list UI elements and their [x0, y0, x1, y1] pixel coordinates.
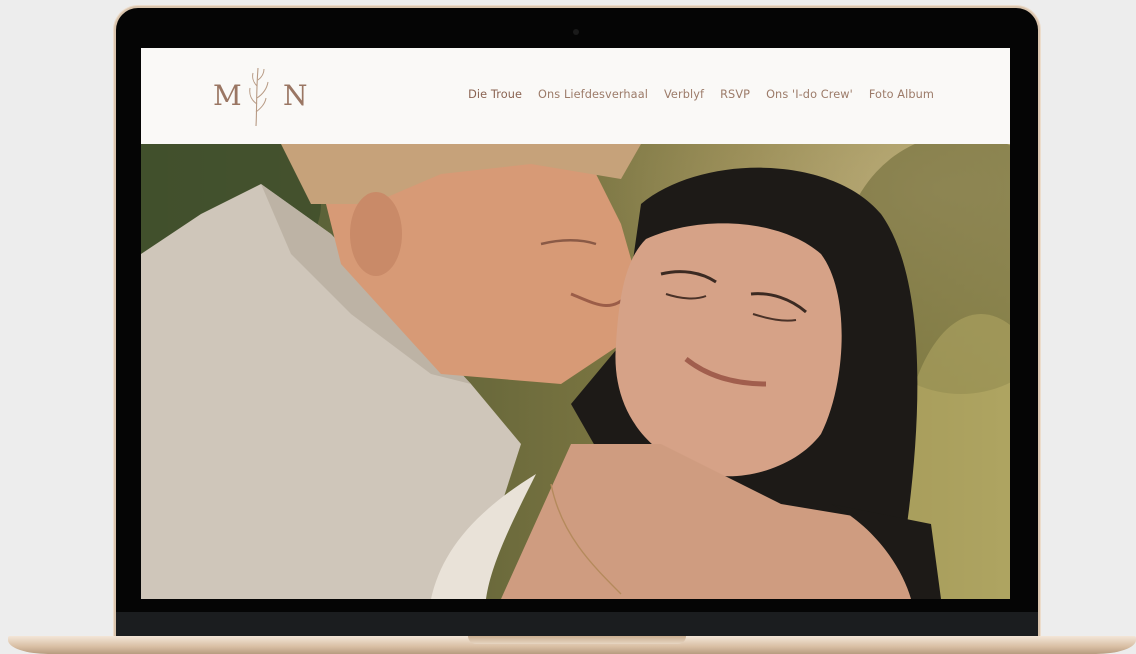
nav-item-die-troue[interactable]: Die Troue — [468, 88, 522, 101]
camera-icon — [573, 29, 579, 35]
nav-item-foto-album[interactable]: Foto Album — [869, 88, 934, 101]
site-header: M N Die Troue Ons Liefdesverhaal Verblyf… — [141, 48, 1010, 144]
main-nav: Die Troue Ons Liefdesverhaal Verblyf RSV… — [468, 88, 934, 101]
website-screen: M N Die Troue Ons Liefdesverhaal Verblyf… — [141, 48, 1010, 599]
laptop-bottom-bezel — [116, 612, 1038, 638]
hero-photo — [141, 144, 1010, 599]
logo-initial-m: M — [213, 79, 243, 112]
laptop-notch — [468, 636, 686, 644]
site-logo[interactable]: M N — [211, 64, 309, 128]
sprig-icon — [249, 67, 269, 127]
nav-item-verblyf[interactable]: Verblyf — [664, 88, 704, 101]
hero-photo-illustration — [141, 144, 1010, 599]
logo-initial-n: N — [283, 79, 309, 112]
nav-item-ons-i-do-crew[interactable]: Ons 'I-do Crew' — [766, 88, 853, 101]
nav-item-rsvp[interactable]: RSVP — [720, 88, 750, 101]
nav-item-ons-liefdesverhaal[interactable]: Ons Liefdesverhaal — [538, 88, 648, 101]
